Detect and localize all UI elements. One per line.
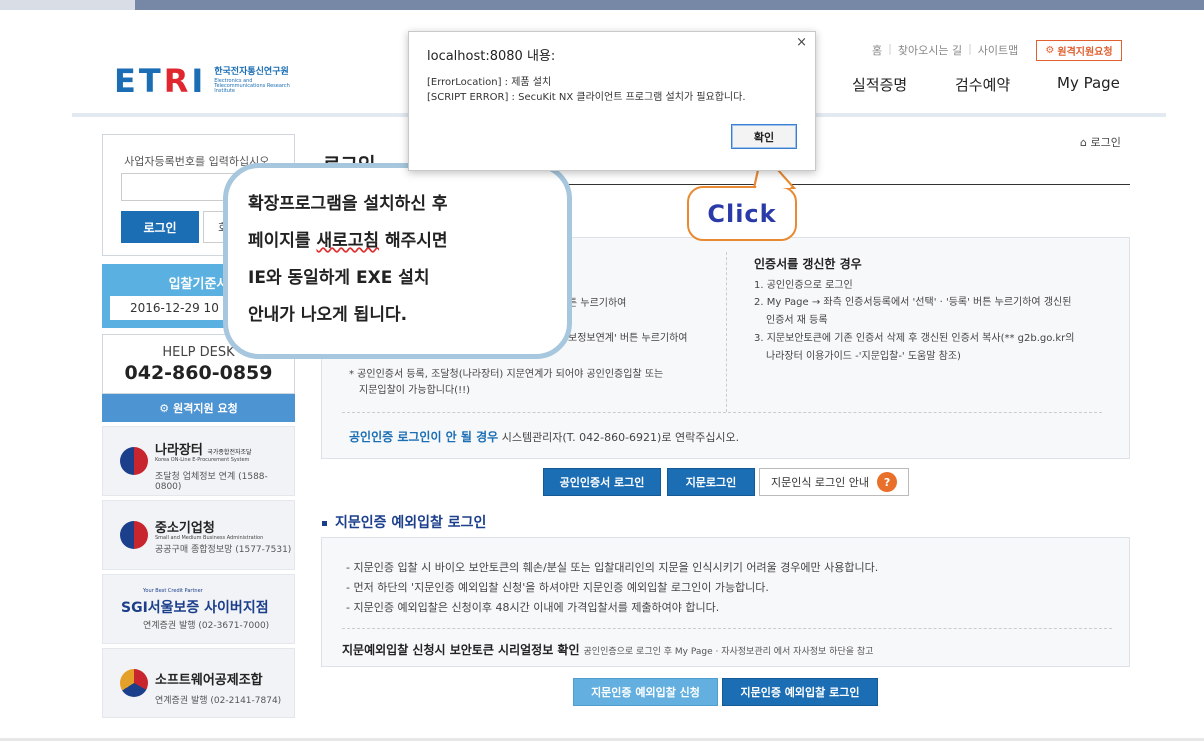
close-icon[interactable]: ×: [796, 35, 807, 50]
partner-smba[interactable]: 중소기업청 Small and Medium Business Administ…: [102, 500, 295, 570]
exception-section-title: 지문인증 예외입찰 로그인: [322, 512, 486, 532]
footer-divider: [0, 738, 1204, 741]
exception-footer: 지문예외입찰 신청시 보안토큰 시리얼정보 확인 공인인증으로 로그인 후 My …: [342, 643, 874, 657]
sw-emblem-icon: [120, 669, 148, 697]
fingerprint-login-button[interactable]: 지문로그인: [667, 468, 755, 496]
gnb-performance[interactable]: 실적증명: [852, 74, 907, 95]
instruction-callout: 확장프로그램을 설치하신 후 페이지를 새로고침 해주시면 IE와 동일하게 E…: [223, 163, 572, 359]
util-home-link[interactable]: 홈: [872, 42, 882, 58]
partner-swcu[interactable]: 소프트웨어공제조합 연계증권 발행 (02-2141-7874): [102, 648, 295, 718]
gnb-inspection[interactable]: 검수예약: [955, 74, 1010, 95]
logo-text: 한국전자통신연구원 Electronics and Telecommunicat…: [214, 68, 304, 94]
sgi-logo: SGI서울보증 사이버지점: [121, 600, 269, 616]
fingerprint-guide-button[interactable]: 지문인식 로그인 안내?: [759, 468, 909, 496]
click-annotation: Click: [687, 186, 797, 241]
exception-login-button[interactable]: 지문인증 예외입찰 로그인: [722, 678, 878, 706]
cert-renew-title: 인증서를 갱신한 경우: [754, 257, 862, 271]
remote-support-button[interactable]: ⚙ 원격지원요청: [1036, 40, 1122, 61]
logo-english: Electronics and Telecommunications Resea…: [214, 78, 290, 94]
exception-info-box: - 지문인증 입찰 시 바이오 보안토큰의 훼손/분실 또는 입찰대리인의 지문…: [321, 537, 1130, 667]
top-accent-bar: [0, 0, 1204, 10]
gear-icon: ⚙: [159, 401, 170, 415]
dialog-ok-button[interactable]: 확인: [731, 124, 797, 149]
util-directions-link[interactable]: 찾아오시는 길: [898, 42, 962, 58]
gear-icon: ⚙: [1045, 45, 1055, 56]
alert-dialog: localhost:8080 내용: × [ErrorLocation] : 제…: [408, 31, 816, 171]
home-icon: ⌂: [1080, 136, 1087, 149]
help-remote-button[interactable]: ⚙ 원격지원 요청: [102, 394, 295, 422]
breadcrumb: ⌂ 로그인: [1080, 136, 1121, 149]
cert-footer: 공인인증 로그인이 안 될 경우 시스템관리자(T. 042-860-6921)…: [349, 430, 740, 444]
partner-sgi[interactable]: Your Best Credit Partner SGI서울보증 사이버지점 연…: [102, 574, 295, 644]
taegeuk-emblem-icon: [120, 447, 148, 475]
dialog-title: localhost:8080 내용:: [427, 49, 556, 64]
sidebar-login-button[interactable]: 로그인: [121, 211, 199, 243]
question-icon: ?: [877, 472, 898, 492]
logo-korean: 한국전자통신연구원: [214, 67, 289, 77]
util-sitemap-link[interactable]: 사이트맵: [978, 42, 1018, 58]
help-desk-phone: 042-860-0859: [124, 362, 273, 384]
dialog-message: [ErrorLocation] : 제품 설치 [SCRIPT ERROR] :…: [427, 77, 746, 103]
etri-logo[interactable]: ETRI 한국전자통신연구원 Electronics and Telecommu…: [114, 62, 304, 100]
gnb-mypage[interactable]: My Page: [1057, 74, 1120, 92]
taegeuk-emblem-icon: [120, 521, 148, 549]
cert-login-button[interactable]: 공인인증서 로그인: [543, 468, 661, 496]
logo-mark: ETRI: [114, 62, 207, 100]
exception-apply-button[interactable]: 지문인증 예외입찰 신청: [573, 678, 718, 706]
partner-naramarket[interactable]: 나라장터 국가종합전자조달 Korea ON-Line E-Procuremen…: [102, 426, 295, 496]
utility-links: 홈 | 찾아오시는 길 | 사이트맵: [872, 42, 1019, 58]
